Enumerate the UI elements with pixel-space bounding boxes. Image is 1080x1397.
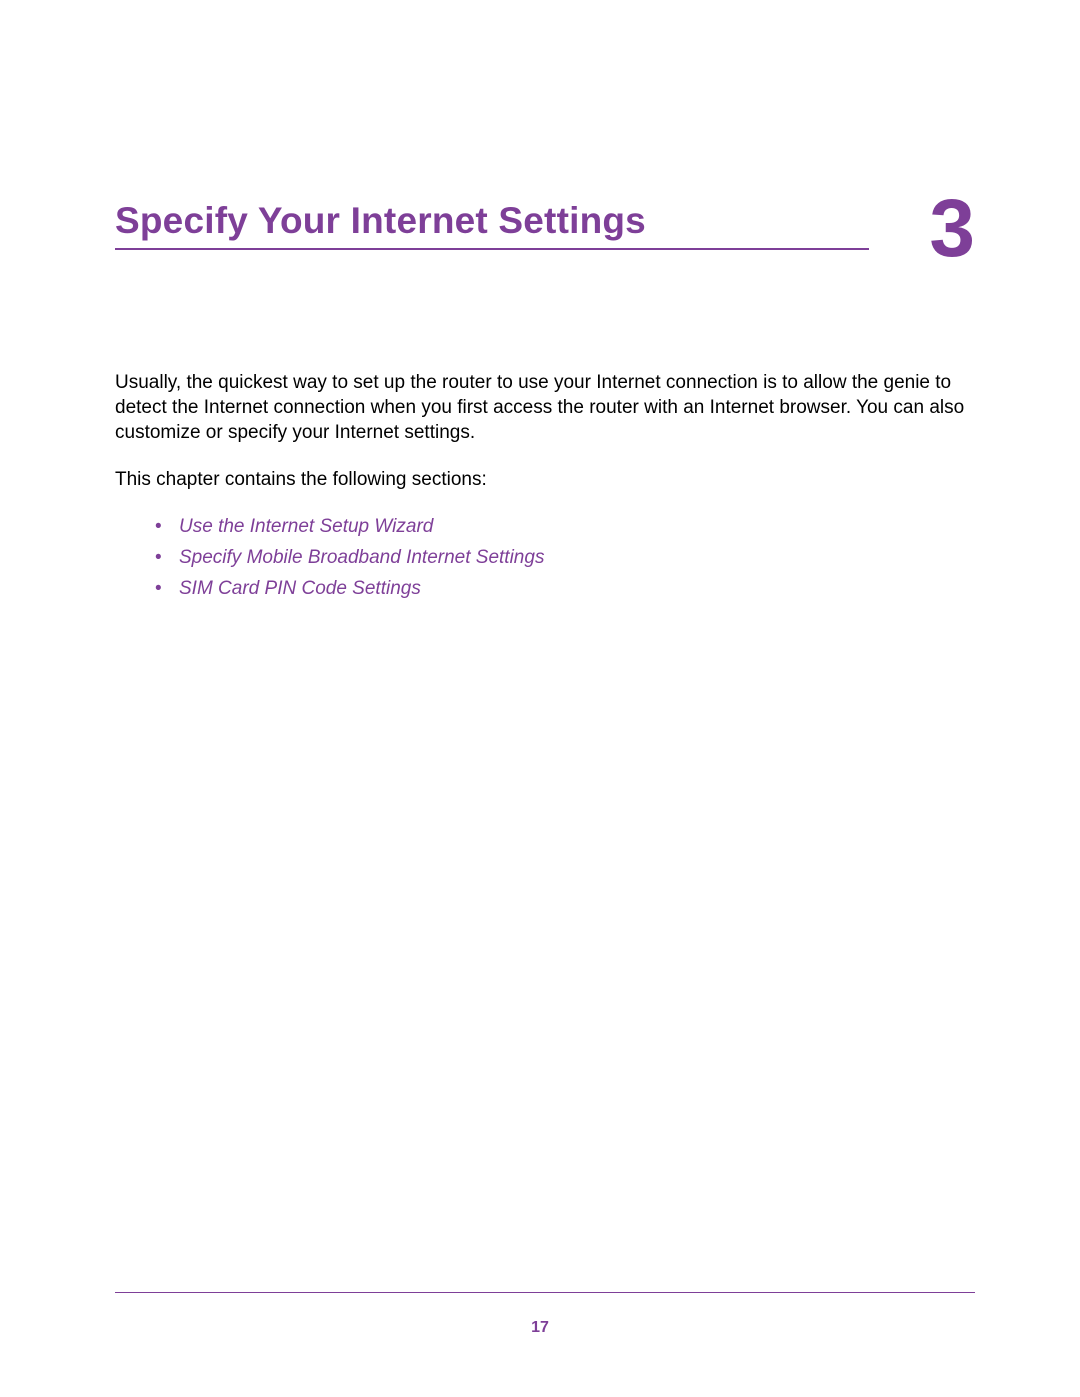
list-item: SIM Card PIN Code Settings (155, 576, 975, 601)
chapter-title-wrap: Specify Your Internet Settings (115, 200, 929, 250)
chapter-title: Specify Your Internet Settings (115, 200, 869, 242)
chapter-number: 3 (929, 198, 975, 260)
sections-lead: This chapter contains the following sect… (115, 467, 975, 492)
intro-paragraph: Usually, the quickest way to set up the … (115, 370, 975, 445)
page-number: 17 (0, 1319, 1080, 1337)
section-link-mobile-broadband[interactable]: Specify Mobile Broadband Internet Settin… (179, 547, 544, 568)
document-page: Specify Your Internet Settings 3 Usually… (0, 0, 1080, 601)
title-underline (115, 248, 869, 250)
list-item: Use the Internet Setup Wizard (155, 514, 975, 539)
section-link-sim-pin[interactable]: SIM Card PIN Code Settings (179, 578, 421, 599)
chapter-header: Specify Your Internet Settings 3 (115, 200, 975, 260)
footer-divider (115, 1292, 975, 1293)
section-links-list: Use the Internet Setup Wizard Specify Mo… (155, 514, 975, 601)
list-item: Specify Mobile Broadband Internet Settin… (155, 545, 975, 570)
section-link-setup-wizard[interactable]: Use the Internet Setup Wizard (179, 516, 433, 537)
